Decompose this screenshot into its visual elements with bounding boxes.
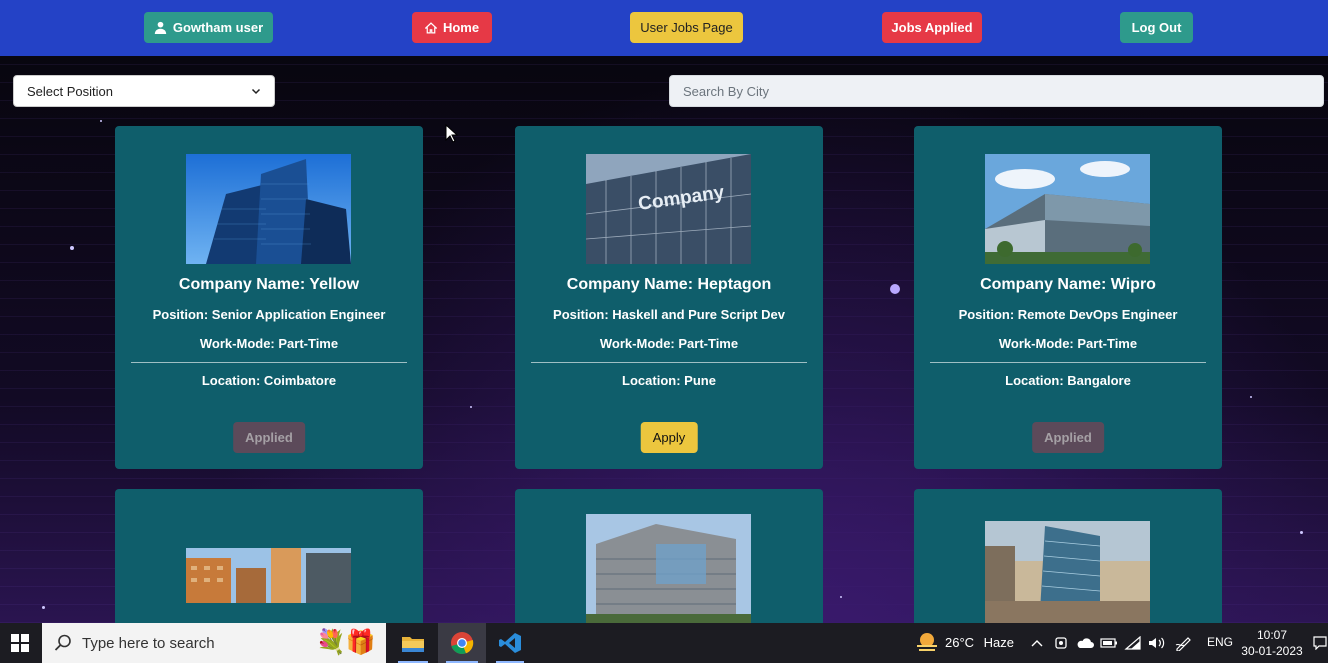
company-image bbox=[186, 548, 351, 603]
user-jobs-page-button[interactable]: User Jobs Page bbox=[630, 12, 743, 43]
home-icon bbox=[424, 21, 437, 33]
meet-now-icon[interactable] bbox=[1052, 623, 1070, 663]
battery-icon[interactable] bbox=[1098, 623, 1120, 663]
work-mode-text: Work-Mode: Part-Time bbox=[599, 336, 739, 351]
vscode-icon[interactable] bbox=[488, 623, 532, 663]
gift-flowers-icon: 💐🎁 bbox=[316, 629, 376, 656]
home-button[interactable]: Home bbox=[412, 12, 492, 43]
taskbar-search-input[interactable]: Type here to search 💐🎁 bbox=[42, 623, 386, 663]
windows-start-icon[interactable] bbox=[0, 623, 40, 663]
windows-taskbar: Type here to search 💐🎁 26°C Haze ENG 10:… bbox=[0, 623, 1328, 663]
company-name: Company Name: Heptagon bbox=[566, 276, 772, 293]
applied-button[interactable]: Applied bbox=[1032, 422, 1104, 453]
work-mode-text: Work-Mode: Part-Time bbox=[998, 336, 1138, 351]
home-label: Home bbox=[442, 20, 480, 35]
divider bbox=[531, 362, 807, 363]
applied-button[interactable]: Applied bbox=[233, 422, 305, 453]
position-text: Position: Senior Application Engineer bbox=[152, 307, 386, 322]
position-text: Position: Haskell and Pure Script Dev bbox=[553, 307, 785, 322]
position-select[interactable]: Select Position bbox=[13, 75, 275, 107]
jobs-applied-label: Jobs Applied bbox=[891, 20, 973, 35]
company-image bbox=[586, 514, 751, 623]
onedrive-cloud-icon[interactable] bbox=[1074, 623, 1096, 663]
language-indicator[interactable]: ENG bbox=[1207, 635, 1233, 649]
job-card: Company Name: Yellow Position: Senior Ap… bbox=[115, 126, 423, 469]
top-navbar: Gowtham user Home User Jobs Page Jobs Ap… bbox=[0, 0, 1328, 56]
company-image bbox=[985, 521, 1150, 623]
company-image bbox=[186, 154, 351, 264]
user-profile-label: Gowtham user bbox=[172, 20, 264, 35]
divider bbox=[930, 362, 1206, 363]
taskbar-search-placeholder: Type here to search bbox=[82, 634, 215, 652]
logout-button[interactable]: Log Out bbox=[1120, 12, 1193, 43]
job-card bbox=[115, 489, 423, 623]
position-text: Position: Remote DevOps Engineer bbox=[958, 307, 1178, 322]
company-image bbox=[985, 154, 1150, 264]
jobs-applied-button[interactable]: Jobs Applied bbox=[882, 12, 982, 43]
user-profile-button[interactable]: Gowtham user bbox=[144, 12, 273, 43]
job-card: Company Name: Wipro Position: Remote Dev… bbox=[914, 126, 1222, 469]
user-jobs-page-label: User Jobs Page bbox=[640, 20, 733, 35]
position-select-value: Select Position bbox=[27, 83, 113, 99]
company-name: Company Name: Yellow bbox=[178, 276, 360, 293]
weather-description: Haze bbox=[983, 635, 1015, 650]
work-mode-text: Work-Mode: Part-Time bbox=[199, 336, 339, 351]
clock-date: 30-01-2023 bbox=[1241, 644, 1303, 658]
volume-icon[interactable] bbox=[1146, 623, 1168, 663]
taskbar-clock[interactable]: 10:07 30-01-2023 bbox=[1238, 627, 1306, 659]
wifi-icon[interactable] bbox=[1122, 623, 1144, 663]
job-card bbox=[914, 489, 1222, 623]
location-text: Location: Coimbatore bbox=[201, 373, 337, 388]
logout-label: Log Out bbox=[1131, 20, 1182, 35]
weather-haze-icon[interactable] bbox=[912, 623, 942, 663]
company-name: Company Name: Wipro bbox=[980, 276, 1156, 293]
job-card bbox=[515, 489, 823, 623]
company-image: Company bbox=[586, 154, 751, 264]
user-icon bbox=[154, 21, 167, 34]
location-text: Location: Pune bbox=[622, 373, 716, 388]
location-text: Location: Bangalore bbox=[1005, 373, 1131, 388]
city-search-placeholder: Search By City bbox=[683, 83, 769, 99]
pen-workspace-icon[interactable] bbox=[1172, 623, 1196, 663]
search-icon bbox=[54, 634, 71, 651]
job-card: Company Company Name: Heptagon Position:… bbox=[515, 126, 823, 469]
clock-time: 10:07 bbox=[1256, 628, 1288, 642]
chrome-icon[interactable] bbox=[438, 623, 486, 663]
divider bbox=[131, 362, 407, 363]
mouse-cursor-icon bbox=[445, 124, 459, 143]
apply-button[interactable]: Apply bbox=[640, 422, 698, 453]
weather-temperature: 26°C bbox=[945, 635, 975, 650]
notifications-icon[interactable] bbox=[1312, 623, 1328, 663]
file-explorer-icon[interactable] bbox=[390, 623, 436, 663]
chevron-up-icon[interactable] bbox=[1028, 623, 1046, 663]
chevron-down-icon bbox=[251, 88, 261, 95]
city-search-input[interactable]: Search By City bbox=[669, 75, 1324, 107]
